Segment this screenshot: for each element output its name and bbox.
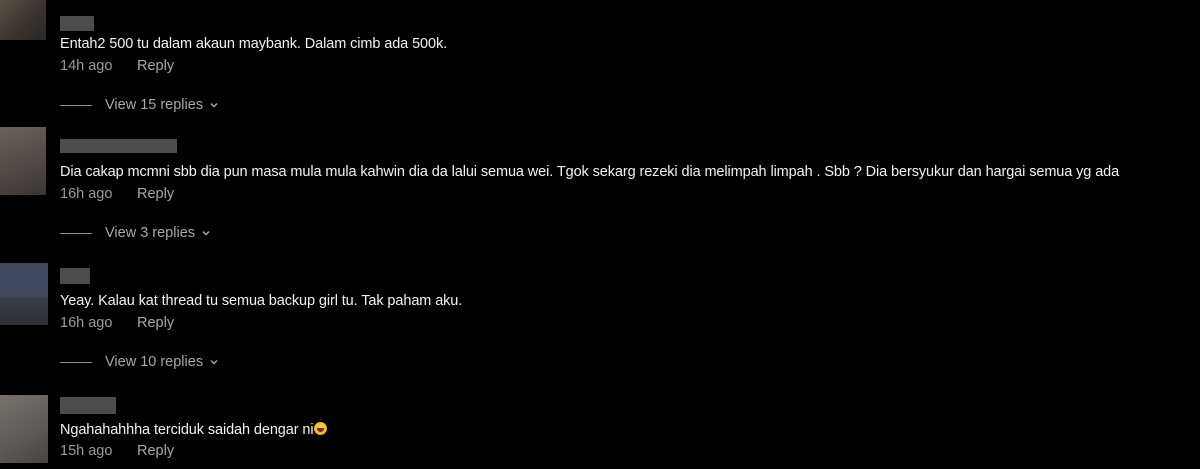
laughing-emoji-icon xyxy=(314,422,328,435)
chevron-down-icon xyxy=(202,231,210,236)
avatar[interactable] xyxy=(0,395,48,463)
username-redacted xyxy=(60,139,177,153)
view-replies-button[interactable]: View 10 replies xyxy=(60,353,219,371)
reply-button[interactable]: Reply xyxy=(137,58,174,74)
avatar[interactable] xyxy=(0,263,48,325)
avatar[interactable] xyxy=(0,127,46,195)
comment-text: Ngahahahhha terciduk saidah dengar ni xyxy=(60,421,328,439)
avatar[interactable] xyxy=(0,0,46,40)
comment-time: 15h ago xyxy=(60,443,113,459)
divider-line xyxy=(60,361,92,363)
view-replies-button[interactable]: View 15 replies xyxy=(60,96,219,114)
reply-button[interactable]: Reply xyxy=(137,186,174,202)
comment-time: 14h ago xyxy=(60,58,113,74)
comment-time: 16h ago xyxy=(60,186,113,202)
comment-text: Entah2 500 tu dalam akaun maybank. Dalam… xyxy=(60,36,448,52)
comment-meta: 14h ago Reply xyxy=(60,57,174,75)
comment-text-content: Ngahahahhha terciduk saidah dengar ni xyxy=(60,422,314,438)
chevron-down-icon xyxy=(210,360,218,365)
comment-meta: 16h ago Reply xyxy=(60,314,174,332)
divider-line xyxy=(60,104,92,106)
username-redacted xyxy=(60,16,94,31)
view-replies-label: View 3 replies xyxy=(105,225,196,241)
comment-time: 16h ago xyxy=(60,315,113,331)
reply-button[interactable]: Reply xyxy=(137,443,174,459)
comment-text: Yeay. Kalau kat thread tu semua backup g… xyxy=(60,293,463,309)
divider-line xyxy=(60,232,92,234)
view-replies-label: View 10 replies xyxy=(105,354,204,370)
username-redacted xyxy=(60,397,116,414)
comment-text: Dia cakap mcmni sbb dia pun masa mula mu… xyxy=(60,164,1120,180)
username-redacted xyxy=(60,268,90,284)
view-replies-label: View 15 replies xyxy=(105,97,204,113)
comment-meta: 15h ago Reply xyxy=(60,442,174,460)
view-replies-button[interactable]: View 3 replies xyxy=(60,224,211,242)
reply-button[interactable]: Reply xyxy=(137,315,174,331)
chevron-down-icon xyxy=(210,103,218,108)
comment-meta: 16h ago Reply xyxy=(60,185,174,203)
